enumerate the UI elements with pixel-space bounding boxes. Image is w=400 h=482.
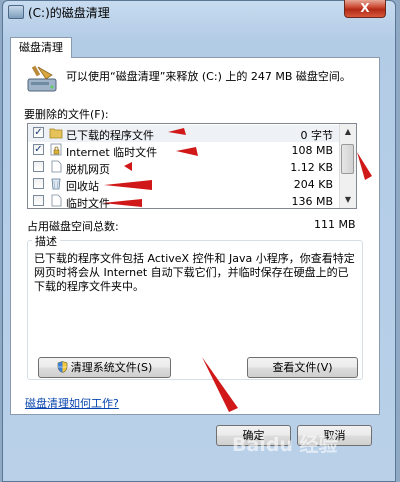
list-item-size: 108 MB [291, 144, 333, 157]
view-files-button[interactable]: 查看文件(V) [247, 357, 358, 378]
files-list-scrollbar[interactable]: ▲ ▼ [339, 124, 356, 208]
scroll-thumb[interactable] [341, 144, 354, 174]
intro-text: 可以使用“磁盘清理”来释放 (C:) 上的 247 MB 磁盘空间。 [66, 70, 351, 83]
list-item-label: 已下载的程序文件 [66, 129, 154, 142]
list-item-label: Internet 临时文件 [66, 146, 158, 159]
list-item-label: 回收站 [66, 180, 99, 193]
list-item-label: 脱机网页 [66, 163, 110, 176]
ok-button[interactable]: 确定 [216, 425, 291, 446]
scroll-up-arrow[interactable]: ▲ [340, 124, 356, 140]
scroll-down-arrow[interactable]: ▼ [340, 192, 356, 208]
recycle-bin-icon [51, 178, 61, 190]
checkbox-internet-temp[interactable]: ✓ [33, 144, 44, 155]
window-title: (C:)的磁盘清理 [28, 6, 110, 20]
list-item-internet-temp[interactable]: ✓ Internet 临时文件 108 MB [28, 142, 341, 159]
description-title: 描述 [32, 233, 60, 249]
clean-system-files-label: 清理系统文件(S) [70, 361, 153, 374]
checkbox-offline-pages[interactable] [33, 161, 44, 172]
page-icon [51, 160, 62, 173]
list-item-temp-files[interactable]: 临时文件 136 MB [28, 193, 341, 209]
list-item-size: 204 KB [293, 178, 333, 191]
files-list[interactable]: ✓ 已下载的程序文件 0 字节 ✓ Internet 临时文件 108 MB 脱… [27, 123, 357, 209]
total-space-label: 占用磁盘空间总数: [27, 220, 119, 233]
description-text: 已下载的程序文件包括 ActiveX 控件和 Java 小程序，你查看特定网页时… [34, 252, 355, 293]
list-item-downloaded-programs[interactable]: ✓ 已下载的程序文件 0 字节 [28, 125, 341, 142]
total-space-value: 111 MB [314, 218, 356, 231]
close-button[interactable]: X [344, 0, 386, 18]
list-item-label: 临时文件 [66, 197, 110, 209]
checkbox-temp-files[interactable] [33, 195, 44, 206]
list-item-size: 136 MB [291, 195, 333, 208]
disk-cleanup-app-icon [8, 5, 24, 19]
checkbox-downloaded-programs[interactable]: ✓ [33, 127, 44, 138]
tab-disk-cleanup[interactable]: 磁盘清理 [10, 37, 72, 58]
lock-icon [50, 143, 62, 156]
list-item-size: 1.12 KB [290, 161, 333, 174]
how-it-works-link[interactable]: 磁盘清理如何工作? [25, 395, 119, 411]
files-to-delete-label: 要删除的文件(F): [24, 108, 109, 121]
uac-shield-icon [57, 361, 68, 373]
list-item-size: 0 字节 [300, 129, 334, 142]
checkbox-recycle-bin[interactable] [33, 178, 44, 189]
list-item-recycle-bin[interactable]: 回收站 204 KB [28, 176, 341, 193]
disk-cleanup-icon [27, 65, 57, 92]
cancel-button[interactable]: 取消 [297, 425, 372, 446]
folder-icon [49, 128, 63, 139]
clean-system-files-button[interactable]: 清理系统文件(S) [38, 357, 171, 378]
list-item-offline-pages[interactable]: 脱机网页 1.12 KB [28, 159, 341, 176]
page-icon [51, 194, 62, 207]
